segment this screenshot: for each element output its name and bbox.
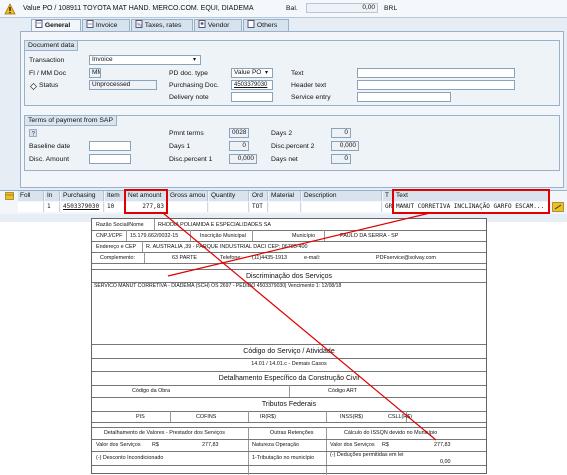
annotation-lines <box>162 212 437 441</box>
